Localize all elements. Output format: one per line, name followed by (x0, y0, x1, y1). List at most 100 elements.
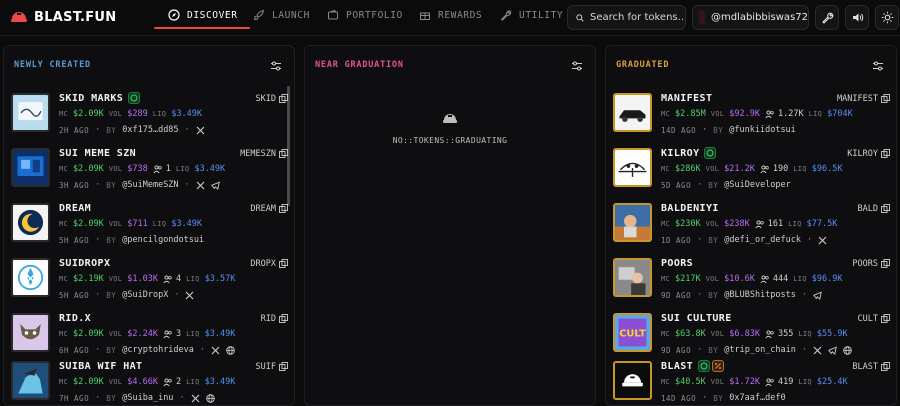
market-cap: $2.09K (73, 109, 104, 119)
token-age: 14D AGO (661, 125, 697, 135)
creator-handle[interactable]: 0x7aaf…def0 (729, 393, 785, 403)
globe-icon[interactable] (226, 345, 235, 355)
copy-icon[interactable] (881, 362, 890, 371)
creator-handle[interactable]: @Suiba_inu (122, 393, 173, 403)
globe-icon[interactable] (843, 345, 852, 355)
token-row[interactable]: SUI MEME SZN MEMESZN MC $2.09K VOL $738 1 … (4, 146, 294, 200)
token-image (613, 203, 652, 242)
settings-button[interactable] (815, 5, 839, 30)
token-row[interactable]: SKID MARKS SKID MC $2.09K VOL $289 LIQ $3.4… (4, 91, 294, 145)
x-icon[interactable] (196, 181, 205, 190)
copy-icon[interactable] (881, 314, 890, 323)
empty-state-text: NO::TOKENS::GRADUATING (392, 136, 508, 145)
copy-icon[interactable] (279, 94, 288, 103)
tab-rewards[interactable]: REWARDS (419, 0, 482, 30)
liquidity: $96.5K (811, 164, 843, 174)
token-ticker: MANIFEST (837, 94, 878, 104)
filter-icon[interactable] (270, 60, 282, 72)
creator-handle[interactable]: @funkiidotsui (729, 125, 796, 135)
volume: $1.03K (127, 274, 159, 284)
copy-icon[interactable] (279, 362, 288, 371)
creator-handle[interactable]: @cryptohrideva (122, 345, 194, 355)
copy-icon[interactable] (279, 149, 288, 158)
liquidity: $3.57K (204, 274, 236, 284)
x-icon[interactable] (185, 291, 194, 300)
token-row[interactable]: MANIFEST MANIFEST MC $2.85M VOL $92.9K 1.2… (606, 91, 896, 145)
separator: · (95, 290, 101, 300)
telegram-icon[interactable] (210, 180, 220, 190)
copy-icon[interactable] (279, 204, 288, 213)
copy-icon[interactable] (881, 204, 890, 213)
token-row[interactable]: RID.X RID MC $2.09K VOL $2.24K 3 LIQ $3.49K… (4, 311, 294, 365)
volume: $2.24K (127, 329, 159, 339)
separator: · (174, 290, 180, 300)
token-row[interactable]: CULT SUI CULTURE CULT MC $63.8K VOL $6.83K… (606, 311, 896, 365)
volume-button[interactable] (845, 5, 869, 30)
creator-handle[interactable]: @SuiMemeSZN (122, 180, 178, 190)
creator-handle[interactable]: @pencilgondotsui (122, 235, 204, 245)
tab-utility[interactable]: UTILITY (500, 0, 563, 30)
creator-handle[interactable]: 0xf175…dd85 (122, 125, 178, 135)
x-icon[interactable] (818, 236, 827, 245)
tab-launch[interactable]: LAUNCH (253, 0, 310, 30)
creator-handle[interactable]: @trip_on_chain (724, 345, 796, 355)
token-image (613, 93, 652, 132)
separator: · (801, 290, 808, 300)
telegram-icon[interactable] (813, 290, 822, 300)
creator-handle[interactable]: @SuiDeveloper (724, 180, 791, 190)
verified-badge-icon (128, 92, 140, 104)
separator: · (702, 125, 708, 135)
brand-name: BLAST.FUN (34, 9, 117, 25)
filter-icon[interactable] (872, 60, 884, 72)
globe-icon[interactable] (205, 393, 215, 403)
holders-value: 1.27K (778, 109, 804, 119)
copy-icon[interactable] (881, 149, 890, 158)
copy-icon[interactable] (881, 94, 890, 103)
token-stats: MC $40.5K VOL $1.72K 419 LIQ $25.4K (661, 377, 848, 387)
token-ticker: RID (260, 314, 276, 324)
creator-handle[interactable]: @BLUBShitposts (724, 290, 796, 300)
holders-count: 355 (765, 329, 793, 339)
token-image (11, 148, 50, 187)
holders-value: 419 (778, 377, 794, 387)
tab-discover[interactable]: DISCOVER (154, 0, 250, 30)
x-icon[interactable] (211, 346, 220, 355)
copy-icon[interactable] (279, 259, 288, 268)
token-row[interactable]: BALDENIYI BALD MC $230K VOL $238K 161 LIQ $… (606, 201, 896, 255)
copy-icon[interactable] (881, 259, 890, 268)
copy-icon[interactable] (279, 314, 288, 323)
holders-count: 419 (765, 377, 793, 387)
liquidity: $3.49K (204, 377, 236, 387)
token-row[interactable]: BLAST BLAST MC $40.5K VOL $1.72K 419 LIQ $2… (606, 359, 896, 405)
token-row[interactable]: DREAM DREAM MC $2.09K VOL $711 LIQ $3.49K 5… (4, 201, 294, 255)
token-age: 5D AGO (661, 180, 692, 190)
holders-count: 1 (153, 164, 171, 174)
users-icon (760, 164, 769, 173)
token-row[interactable]: SUIBA WIF HAT SUIF MC $2.09K VOL $4.66K 2 … (4, 359, 294, 405)
user-account-button[interactable]: @mdlabibbiswas72 (692, 5, 809, 30)
helmet-icon (443, 114, 457, 123)
holders-value: 4 (176, 274, 182, 284)
brand-logo[interactable]: BLAST.FUN (10, 8, 116, 26)
holders-value: 3 (176, 329, 182, 339)
volume: $92.9K (729, 109, 761, 119)
creator-handle[interactable]: @SuiDropX (122, 290, 168, 300)
liquidity: $3.49K (171, 219, 203, 229)
tab-portfolio[interactable]: PORTFOLIO (327, 0, 403, 30)
volume: $238K (724, 219, 750, 229)
mc-label: MC (59, 110, 69, 118)
telegram-icon[interactable] (828, 345, 837, 355)
token-row[interactable]: POORS POORS MC $217K VOL $10.6K 444 LIQ $96… (606, 256, 896, 310)
token-row[interactable]: KILROY KILROY MC $286K VOL $21.2K 190 LIQ $… (606, 146, 896, 200)
creator-handle[interactable]: @defi_or_defuck (724, 235, 801, 245)
theme-toggle-button[interactable] (875, 5, 899, 30)
token-ticker: DREAM (250, 204, 276, 214)
search-box[interactable] (567, 5, 686, 30)
x-icon[interactable] (191, 394, 200, 403)
filter-icon[interactable] (571, 60, 583, 72)
column-header: NEWLY CREATED (4, 46, 294, 86)
token-row[interactable]: SUIDROPX DROPX MC $2.19K VOL $1.03K 4 LIQ $… (4, 256, 294, 310)
x-icon[interactable] (813, 346, 822, 355)
x-icon[interactable] (196, 126, 205, 135)
search-input[interactable] (590, 12, 685, 23)
